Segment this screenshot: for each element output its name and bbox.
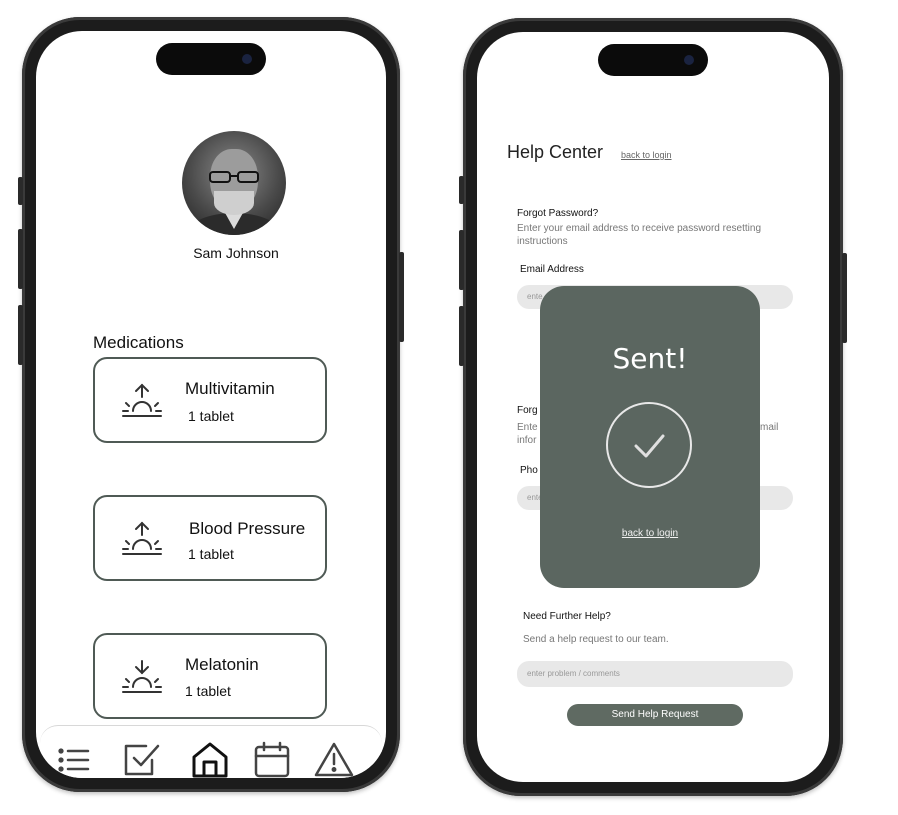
- further-help-label: Need Further Help?: [523, 611, 611, 622]
- calendar-icon[interactable]: [252, 740, 292, 778]
- screen: Help Center back to login Forgot Passwor…: [477, 32, 829, 782]
- phone-medications: Sam Johnson Medications Multivitamin 1 t…: [18, 17, 404, 792]
- camera-icon: [684, 55, 694, 65]
- medication-name: Multivitamin: [185, 379, 275, 398]
- medications-title: Medications: [93, 333, 184, 352]
- profile-name: Sam Johnson: [193, 245, 279, 261]
- avatar-glasses: [209, 171, 259, 183]
- medication-card[interactable]: Multivitamin 1 tablet: [93, 357, 327, 443]
- phone-side-button: [18, 305, 23, 365]
- phone-side-button: [459, 306, 464, 366]
- alert-icon[interactable]: [314, 740, 354, 778]
- medication-dose: 1 tablet: [188, 408, 234, 424]
- sent-modal: Sent! back to login: [540, 286, 760, 588]
- page-title: Help Center: [507, 142, 604, 162]
- phone-side-button: [399, 252, 404, 342]
- phone-label: Pho: [520, 465, 538, 476]
- forgot-other-desc: mail: [760, 422, 779, 433]
- dynamic-island: [598, 44, 708, 76]
- forgot-password-label: Forgot Password?: [517, 208, 599, 219]
- forgot-other-label: Forg: [517, 405, 538, 416]
- phone-help-center: Help Center back to login Forgot Passwor…: [459, 18, 847, 796]
- forgot-password-desc: Enter your email address to receive pass…: [517, 223, 762, 247]
- phone-side-button: [459, 230, 464, 290]
- phone-side-button: [18, 177, 23, 205]
- email-label: Email Address: [520, 264, 584, 275]
- medication-name: Blood Pressure: [189, 519, 306, 538]
- send-help-request-button[interactable]: Send Help Request: [567, 704, 743, 726]
- medication-dose: 1 tablet: [188, 546, 234, 562]
- modal-title: Sent!: [612, 342, 688, 375]
- medication-card[interactable]: Blood Pressure 1 tablet: [93, 495, 327, 581]
- medication-card[interactable]: Melatonin 1 tablet: [93, 633, 327, 719]
- forgot-other-desc: infor: [517, 435, 537, 446]
- checkbox-icon[interactable]: [122, 740, 162, 778]
- home-icon[interactable]: [190, 740, 230, 778]
- modal-back-to-login-link[interactable]: back to login: [540, 528, 760, 539]
- back-to-login-link[interactable]: back to login: [621, 150, 672, 160]
- sunrise-icon: [122, 383, 162, 417]
- further-help-desc: Send a help request to our team.: [523, 634, 669, 645]
- tab-bar: [40, 725, 382, 778]
- phone-side-button: [842, 253, 847, 343]
- sunset-icon: [122, 660, 162, 693]
- screen: Sam Johnson Medications Multivitamin 1 t…: [36, 31, 386, 778]
- forgot-other-desc: Ente: [517, 422, 538, 433]
- phone-side-button: [459, 176, 464, 204]
- phone-side-button: [18, 229, 23, 289]
- avatar[interactable]: [182, 131, 286, 235]
- avatar-beard: [214, 191, 254, 215]
- comments-field[interactable]: enter problem / comments: [517, 661, 793, 687]
- dynamic-island: [156, 43, 266, 75]
- medication-dose: 1 tablet: [185, 683, 231, 699]
- medication-name: Melatonin: [185, 655, 259, 674]
- sunrise-icon: [122, 521, 162, 555]
- list-icon[interactable]: [54, 740, 94, 778]
- check-circle: [606, 402, 692, 488]
- checkmark-icon: [634, 434, 665, 458]
- camera-icon: [242, 54, 252, 64]
